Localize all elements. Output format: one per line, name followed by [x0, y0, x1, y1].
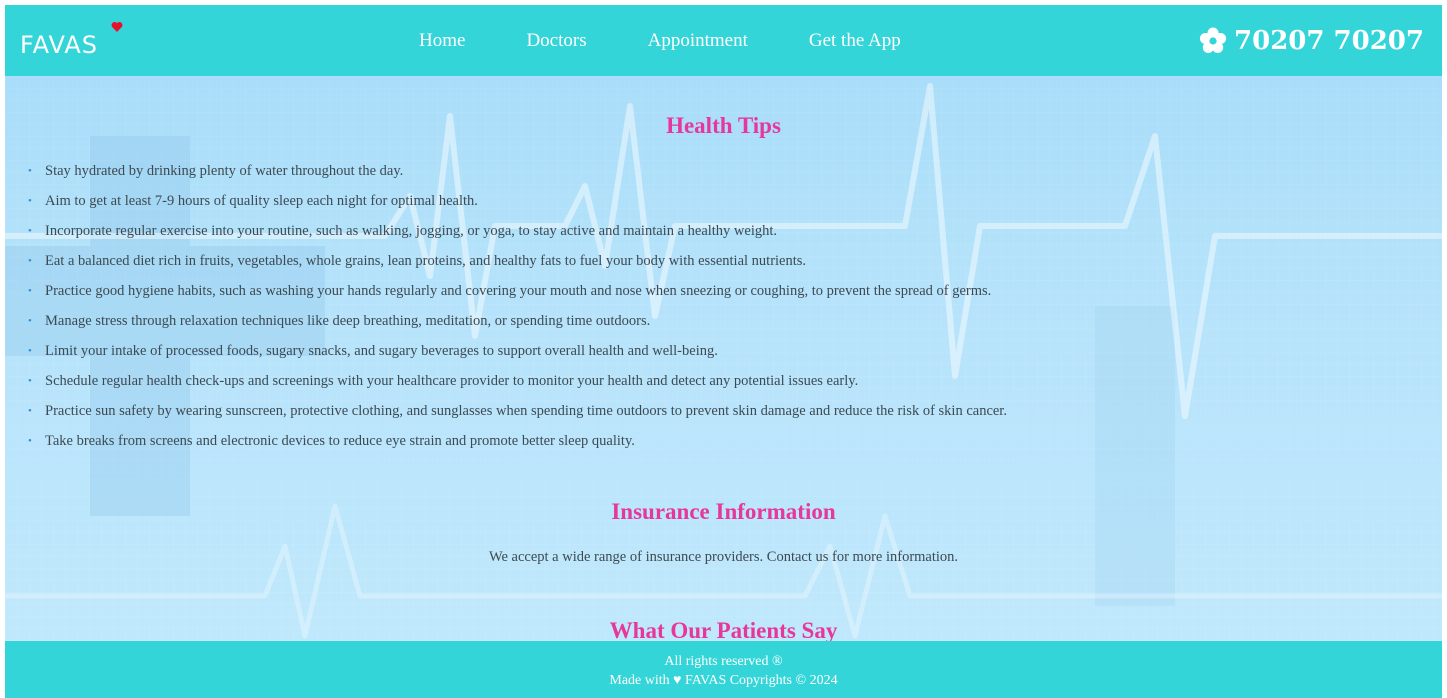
tip-text: Practice sun safety by wearing sunscreen…	[45, 403, 1007, 419]
list-item: • Manage stress through relaxation techni…	[28, 306, 1007, 336]
health-tips-list: • Stay hydrated by drinking plenty of wat…	[28, 156, 1007, 456]
bullet-icon: •	[28, 285, 32, 297]
nav-appointment-link[interactable]: Appointment	[648, 28, 748, 54]
nav-home-link[interactable]: Home	[419, 28, 465, 54]
list-item: • Eat a balanced diet rich in fruits, veg…	[28, 246, 1007, 276]
flower-icon	[1199, 27, 1227, 53]
bullet-icon: •	[28, 165, 32, 177]
tip-text: Limit your intake of processed foods, su…	[45, 343, 718, 359]
list-item: • Incorporate regular exercise into your …	[28, 216, 1007, 246]
list-item: • Schedule regular health check-ups and s…	[28, 366, 1007, 396]
testimonials-title: What Our Patients Say	[609, 618, 838, 641]
list-item: • Practice sun safety by wearing sunscree…	[28, 396, 1007, 426]
tip-text: Practice good hygiene habits, such as wa…	[45, 283, 992, 299]
nav-menu: Home Doctors Appointment Get the App	[419, 28, 962, 54]
bullet-icon: •	[28, 255, 32, 267]
footer-copyright: Made with ♥ FAVAS Copyrights © 2024	[609, 673, 838, 688]
main-content: Health Tips • Stay hydrated by drinking p…	[5, 76, 1442, 641]
health-tips-title: Health Tips	[666, 113, 781, 138]
bullet-icon: •	[28, 435, 32, 447]
insurance-title: Insurance Information	[611, 499, 836, 524]
nav-doctors-link[interactable]: Doctors	[526, 28, 586, 54]
phone-number: 70207 70207	[1234, 26, 1424, 56]
list-item: • Aim to get at least 7-9 hours of qualit…	[28, 186, 1007, 216]
list-item: • Limit your intake of processed foods, s…	[28, 336, 1007, 366]
tip-text: Eat a balanced diet rich in fruits, vege…	[45, 253, 807, 269]
footer-rights: All rights reserved ®	[664, 654, 783, 669]
list-item: • Stay hydrated by drinking plenty of wat…	[28, 156, 1007, 186]
tip-text: Aim to get at least 7-9 hours of quality…	[45, 193, 478, 209]
bullet-icon: •	[28, 195, 32, 207]
list-item: • Take breaks from screens and electronic…	[28, 426, 1007, 456]
bullet-icon: •	[28, 315, 32, 327]
insurance-text: We accept a wide range of insurance prov…	[488, 549, 959, 565]
heart-icon	[111, 22, 123, 32]
bullet-icon: •	[28, 405, 32, 417]
content-area: Health Tips • Stay hydrated by drinking p…	[5, 76, 1442, 641]
bullet-icon: •	[28, 225, 32, 237]
list-item: • Practice good hygiene habits, such as w…	[28, 276, 1007, 306]
tip-text: Incorporate regular exercise into your r…	[45, 223, 778, 239]
nav-get-app-link[interactable]: Get the App	[809, 28, 901, 54]
logo[interactable]: FAVAS	[20, 31, 98, 59]
navbar: FAVAS Home Doctors Appointment Get the A…	[5, 5, 1442, 76]
bullet-icon: •	[28, 375, 32, 387]
tip-text: Schedule regular health check-ups and sc…	[45, 373, 859, 389]
phone-contact[interactable]: 70207 70207	[1198, 26, 1424, 56]
bullet-icon: •	[28, 345, 32, 357]
tip-text: Stay hydrated by drinking plenty of wate…	[45, 163, 404, 179]
tip-text: Take breaks from screens and electronic …	[45, 433, 635, 449]
tip-text: Manage stress through relaxation techniq…	[45, 313, 651, 329]
footer: All rights reserved ® Made with ♥ FAVAS …	[5, 641, 1442, 698]
